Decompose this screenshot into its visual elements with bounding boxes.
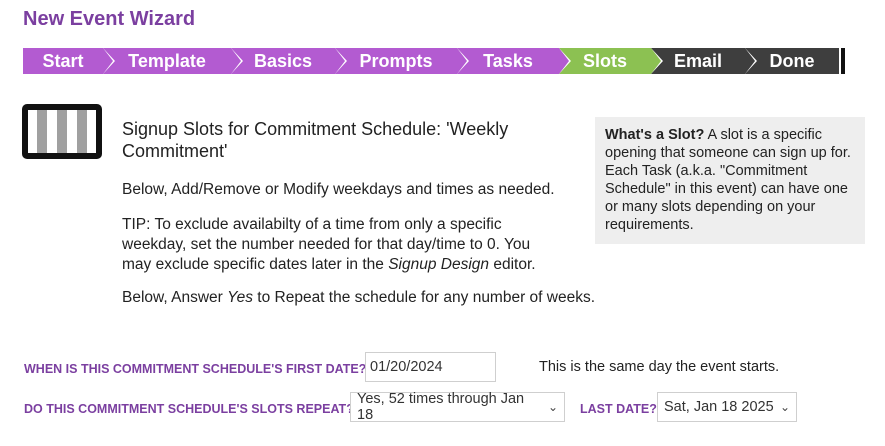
- step-label: Start: [42, 50, 84, 71]
- step-email[interactable]: Email: [651, 48, 757, 74]
- repeat-select[interactable]: Yes, 52 times through Jan 18 ⌄: [350, 391, 565, 423]
- schedule-icon: [22, 104, 102, 159]
- tip-text-emphasis: Signup Design: [388, 256, 490, 273]
- step-tasks[interactable]: Tasks: [457, 48, 571, 74]
- last-date-select-value: Sat, Jan 18 2025: [664, 399, 774, 415]
- section-heading: Signup Slots for Commitment Schedule: 'W…: [122, 119, 509, 161]
- wizard-steps: Start Template Basics Prompts Tasks Slot…: [23, 48, 845, 74]
- repeat-instructions: Below, Answer Yes to Repeat the schedule…: [122, 288, 622, 308]
- tip-text: TIP: To exclude availabilty of a time fr…: [122, 215, 552, 275]
- steps-end-divider: [841, 48, 845, 74]
- step-label: Done: [769, 50, 815, 71]
- info-title: What's a Slot?: [605, 127, 705, 143]
- step-label: Prompts: [359, 50, 433, 71]
- step-label: Email: [673, 50, 723, 71]
- repeat-text-start: Below, Answer: [122, 289, 228, 306]
- step-label: Template: [128, 50, 206, 71]
- repeat-text-emphasis: Yes: [227, 289, 253, 306]
- last-date-select[interactable]: Sat, Jan 18 2025 ⌄: [657, 392, 797, 422]
- step-basics[interactable]: Basics: [231, 48, 347, 74]
- last-date-label: LAST DATE?: [580, 402, 657, 416]
- repeat-label: DO THIS COMMITMENT SCHEDULE'S SLOTS REPE…: [24, 402, 354, 416]
- first-date-field[interactable]: 01/20/2024: [365, 352, 496, 382]
- tip-text-end: editor.: [489, 256, 536, 273]
- page-title: New Event Wizard: [23, 8, 196, 30]
- step-template[interactable]: Template: [103, 48, 243, 74]
- repeat-select-value: Yes, 52 times through Jan 18: [357, 391, 525, 423]
- instructions-text: Below, Add/Remove or Modify weekdays and…: [122, 181, 555, 198]
- step-slots[interactable]: Slots: [559, 48, 663, 74]
- step-label: Slots: [582, 50, 627, 71]
- step-label: Tasks: [483, 50, 533, 71]
- first-date-note: This is the same day the event starts.: [539, 359, 780, 375]
- repeat-text-end: to Repeat the schedule for any number of…: [252, 289, 596, 306]
- slot-info-box: What's a Slot? A slot is a specific open…: [595, 117, 865, 244]
- step-done[interactable]: Done: [745, 48, 839, 74]
- chevron-down-icon: ⌄: [547, 400, 558, 414]
- first-date-label: WHEN IS THIS COMMITMENT SCHEDULE'S FIRST…: [24, 362, 367, 376]
- chevron-down-icon: ⌄: [779, 400, 790, 414]
- step-prompts[interactable]: Prompts: [335, 48, 469, 74]
- step-label: Basics: [253, 50, 313, 71]
- step-start[interactable]: Start: [23, 48, 115, 74]
